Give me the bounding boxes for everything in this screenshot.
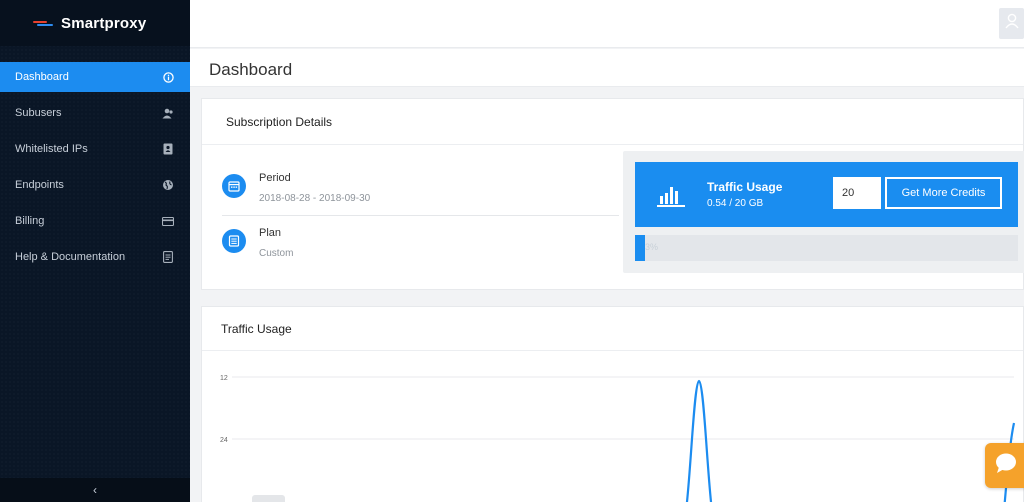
sidebar-item-dashboard[interactable]: Dashboard bbox=[0, 62, 190, 92]
plan-detail: Plan Custom bbox=[222, 227, 293, 259]
sidebar-item-label: Whitelisted IPs bbox=[15, 143, 88, 155]
progress-text: 3% bbox=[645, 242, 659, 252]
card-title: Traffic Usage bbox=[202, 307, 1023, 351]
info-icon bbox=[162, 71, 174, 83]
divider bbox=[222, 215, 619, 216]
sidebar-item-subusers[interactable]: Subusers bbox=[0, 98, 190, 128]
contact-book-icon bbox=[162, 143, 174, 155]
sidebar-item-label: Dashboard bbox=[15, 71, 69, 83]
traffic-usage-title: Traffic Usage bbox=[707, 180, 783, 194]
traffic-usage-box: Traffic Usage 0.54 / 20 GB Get More Cred… bbox=[635, 162, 1018, 227]
y-tick-label: 24 bbox=[220, 437, 228, 444]
traffic-usage-panel: Traffic Usage 0.54 / 20 GB Get More Cred… bbox=[623, 151, 1024, 273]
list-icon bbox=[222, 229, 246, 253]
plan-label: Plan bbox=[259, 227, 282, 239]
user-icon bbox=[1004, 13, 1019, 34]
period-label: Period bbox=[259, 172, 291, 184]
get-more-credits-button[interactable]: Get More Credits bbox=[885, 177, 1002, 209]
chevron-left-icon: ‹ bbox=[93, 483, 97, 497]
top-bar bbox=[190, 0, 1024, 48]
sidebar-item-label: Help & Documentation bbox=[15, 251, 126, 263]
page-header: Dashboard bbox=[190, 49, 1024, 87]
chart-series-line bbox=[685, 379, 713, 502]
traffic-usage-value: 0.54 / 20 GB bbox=[707, 198, 764, 209]
users-icon bbox=[162, 107, 174, 119]
globe-icon bbox=[162, 179, 174, 191]
chart-tooltip-stub bbox=[252, 495, 285, 502]
traffic-progress-bar: 3% bbox=[635, 235, 1018, 261]
document-icon bbox=[162, 251, 174, 263]
period-value: 2018-08-28 - 2018-09-30 bbox=[259, 193, 371, 204]
sidebar-item-whitelisted-ips[interactable]: Whitelisted IPs bbox=[0, 134, 190, 164]
credits-amount-input[interactable] bbox=[833, 177, 881, 209]
sidebar-item-help-documentation[interactable]: Help & Documentation bbox=[0, 242, 190, 272]
chat-bubble-icon bbox=[994, 452, 1018, 479]
sidebar-item-label: Endpoints bbox=[15, 179, 64, 191]
y-tick-label: 12 bbox=[220, 375, 228, 382]
progress-fill bbox=[635, 235, 646, 261]
sidebar-nav: Dashboard Subusers Whitelisted IPs Endpo… bbox=[0, 62, 190, 272]
sidebar-item-endpoints[interactable]: Endpoints bbox=[0, 170, 190, 200]
sidebar-item-billing[interactable]: Billing bbox=[0, 206, 190, 236]
sidebar-item-label: Billing bbox=[15, 215, 45, 227]
period-detail: Period 2018-08-28 - 2018-09-30 bbox=[222, 172, 370, 204]
card-title: Subscription Details bbox=[202, 99, 1023, 145]
bar-chart-icon bbox=[656, 184, 686, 213]
traffic-usage-card: Traffic Usage 12 24 bbox=[201, 306, 1024, 502]
brand-name: Smartproxy bbox=[61, 14, 147, 32]
brand[interactable]: Smartproxy bbox=[0, 0, 190, 46]
plan-value: Custom bbox=[259, 248, 294, 259]
subscription-details-card: Subscription Details Period 2018-08-28 -… bbox=[201, 98, 1024, 290]
chat-button[interactable] bbox=[985, 443, 1024, 488]
user-menu-button[interactable] bbox=[999, 8, 1024, 39]
credit-card-icon bbox=[162, 215, 174, 227]
sidebar: Smartproxy Dashboard Subusers Whiteliste… bbox=[0, 0, 190, 502]
page-title: Dashboard bbox=[209, 60, 293, 79]
sidebar-item-label: Subusers bbox=[15, 107, 62, 119]
sidebar-collapse-button[interactable]: ‹ bbox=[0, 478, 190, 502]
traffic-usage-chart: 12 24 bbox=[220, 375, 1016, 502]
calendar-icon bbox=[222, 174, 246, 198]
brand-logo-icon bbox=[33, 19, 53, 27]
